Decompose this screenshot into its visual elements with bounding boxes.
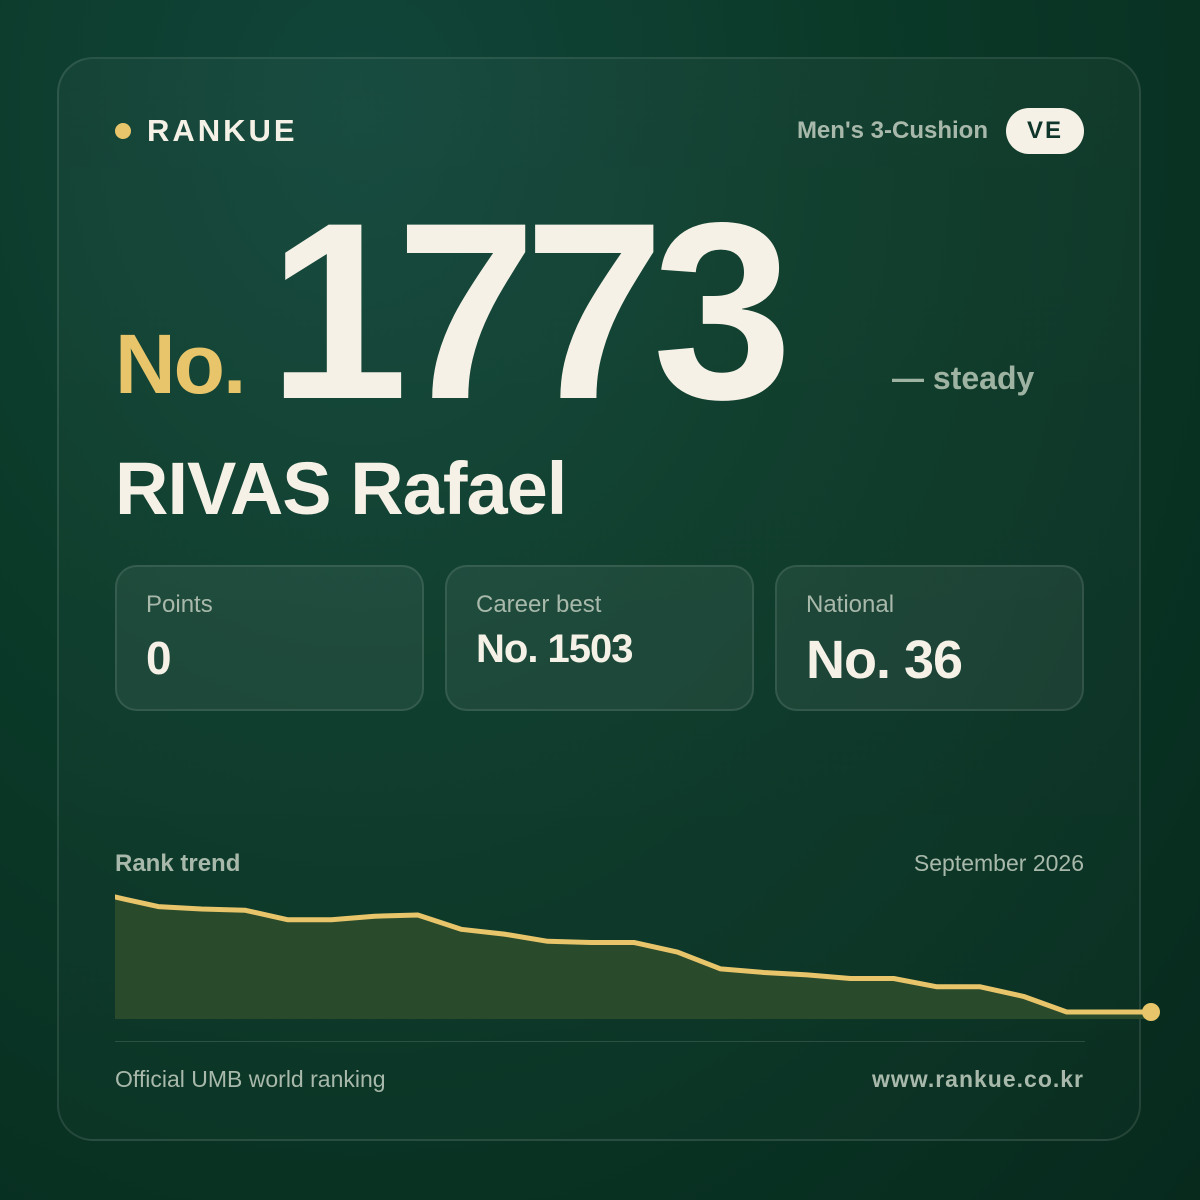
brand-name: RANKUE	[147, 113, 298, 148]
country-badge: VE	[1006, 108, 1084, 154]
footer-url: www.rankue.co.kr	[872, 1066, 1084, 1092]
rank-number: 1773	[268, 171, 793, 452]
stat-value: 0	[146, 632, 172, 684]
player-name: RIVAS Rafael	[115, 447, 567, 530]
rank-change-label: — steady	[892, 360, 1035, 396]
brand-dot-icon	[115, 123, 131, 139]
stat-label: National	[806, 591, 895, 618]
stat-value: No. 36	[806, 630, 963, 690]
stat-national: National No. 36	[775, 565, 1084, 711]
category-header: Men's 3-Cushion VE	[797, 108, 1084, 154]
trend-current-point	[1142, 1003, 1160, 1021]
trend-title: Rank trend	[115, 850, 241, 877]
category-label: Men's 3-Cushion	[796, 117, 988, 144]
stat-career-best: Career best No. 1503	[445, 565, 754, 711]
trend-date: September 2026	[913, 850, 1084, 876]
rank-trend-chart	[115, 894, 1160, 1021]
stat-label: Career best	[476, 591, 602, 618]
stat-points: Points 0	[115, 565, 424, 711]
footer-divider	[115, 1041, 1085, 1042]
brand: RANKUE	[115, 110, 298, 152]
rank-prefix: No.	[115, 317, 246, 411]
stat-value: No. 1503	[476, 627, 634, 671]
footer-source: Official UMB world ranking	[115, 1066, 386, 1092]
stat-label: Points	[146, 591, 213, 618]
